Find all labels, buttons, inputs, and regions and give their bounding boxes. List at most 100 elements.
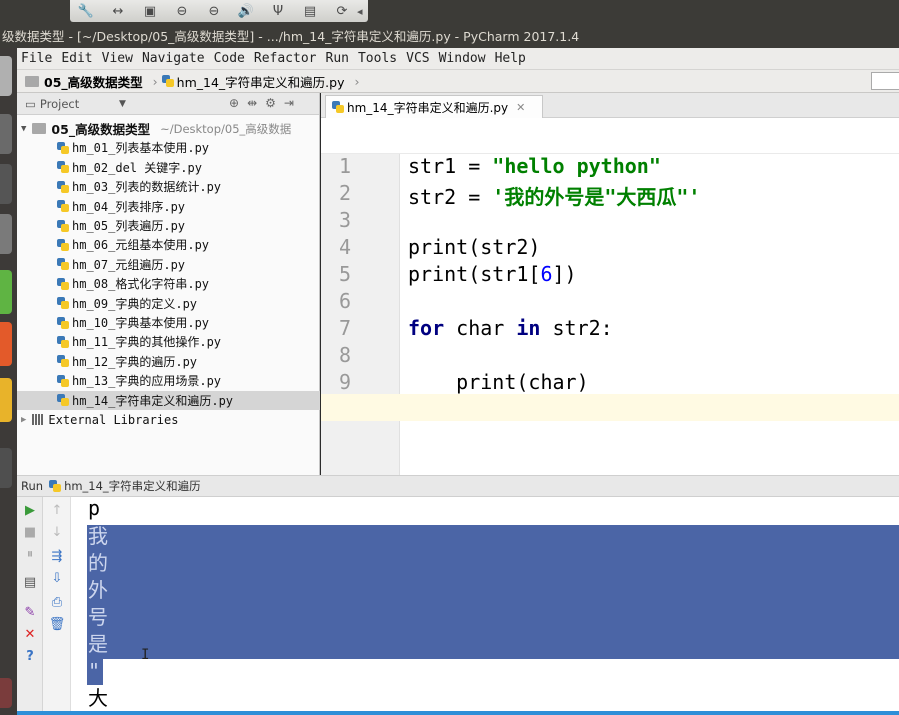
menu-edit[interactable]: Edit xyxy=(61,51,92,66)
launcher-item[interactable] xyxy=(0,378,12,422)
help-icon[interactable]: ? xyxy=(23,649,37,664)
code-area[interactable]: str1 = "hello python" str2 = '我的外号是"大西瓜"… xyxy=(401,154,899,475)
menu-navigate[interactable]: Navigate xyxy=(142,51,205,66)
resize-arrows-icon[interactable]: ↔ xyxy=(102,0,134,22)
collapse-arrow-icon[interactable]: ◂ xyxy=(357,5,363,18)
tree-file-item[interactable]: hm_05_列表遍历.py xyxy=(17,216,320,235)
tree-root-label: 05_高级数据类型 xyxy=(51,122,151,137)
line-number: 9 xyxy=(338,370,351,394)
print-icon[interactable]: ⎙ xyxy=(50,595,64,610)
code-line-1: str1 = "hello python" xyxy=(408,154,661,178)
tab-hm-14[interactable]: hm_14_字符串定义和遍历.py ✕ xyxy=(325,95,543,118)
save-icon[interactable]: ▤ xyxy=(294,0,326,22)
launcher-item[interactable] xyxy=(0,322,12,366)
gear-icon[interactable]: ⚙ xyxy=(265,96,276,110)
tree-file-item[interactable]: hm_01_列表基本使用.py xyxy=(17,138,320,157)
tree-file-item[interactable]: hm_06_元组基本使用.py xyxy=(17,235,320,254)
tree-file-label: hm_03_列表的数据统计.py xyxy=(72,180,222,195)
hide-icon[interactable]: ⇥ xyxy=(284,96,294,110)
tree-file-item[interactable]: hm_07_元组遍历.py xyxy=(17,255,320,274)
python-file-icon xyxy=(57,316,69,329)
menu-view[interactable]: View xyxy=(102,51,133,66)
launcher-item[interactable] xyxy=(0,270,12,314)
collapse-all-icon[interactable]: ⇹ xyxy=(247,96,257,110)
breadcrumb-file[interactable]: hm_14_字符串定义和遍历.py xyxy=(161,72,345,91)
close-icon[interactable]: ✕ xyxy=(23,627,37,642)
launcher-item[interactable] xyxy=(0,114,12,154)
tree-file-item[interactable]: hm_12_字典的遍历.py xyxy=(17,352,320,371)
python-file-icon xyxy=(57,335,69,348)
breadcrumb-project[interactable]: 05_高级数据类型 xyxy=(25,72,143,91)
tree-file-label: hm_05_列表遍历.py xyxy=(72,219,186,233)
run-config-name[interactable]: hm_14_字符串定义和遍历 xyxy=(64,478,201,494)
menu-code[interactable]: Code xyxy=(214,51,245,66)
locate-icon[interactable]: ⊕ xyxy=(229,96,239,110)
tree-external-libraries[interactable]: ▶ External Libraries xyxy=(17,410,320,429)
menu-tools[interactable]: Tools xyxy=(358,51,397,66)
chevron-right-icon[interactable]: ▶ xyxy=(21,415,26,425)
breadcrumb-project-label: 05_高级数据类型 xyxy=(44,74,143,90)
launcher-item[interactable] xyxy=(0,164,12,204)
arrow-down-icon[interactable]: ↓ xyxy=(50,525,64,540)
lock-alt-icon[interactable]: ⊖ xyxy=(198,0,230,22)
unity-launcher xyxy=(0,48,17,715)
menu-file[interactable]: File xyxy=(21,51,52,66)
tree-file-item[interactable]: hm_02_del 关键字.py xyxy=(17,158,320,177)
scroll-to-end-icon[interactable]: ⇩ xyxy=(50,571,64,586)
launcher-item[interactable] xyxy=(0,448,12,488)
line-number-gutter: 12345678910 xyxy=(321,154,400,475)
stop-icon[interactable]: ■ xyxy=(23,525,37,540)
arrow-up-icon[interactable]: ↑ xyxy=(50,503,64,518)
rerun-icon[interactable]: ▶ xyxy=(23,503,37,518)
breadcrumb-file-label: hm_14_字符串定义和遍历.py xyxy=(176,74,345,90)
tree-file-item[interactable]: hm_03_列表的数据统计.py xyxy=(17,177,320,196)
launcher-item[interactable] xyxy=(0,56,12,96)
menu-vcs[interactable]: VCS xyxy=(406,51,429,66)
soft-wrap-icon[interactable]: ⇶ xyxy=(50,549,64,564)
window-icon[interactable]: ▣ xyxy=(134,0,166,22)
launcher-item[interactable] xyxy=(0,678,12,708)
wrench-icon[interactable]: 🔧 xyxy=(70,0,102,22)
chevron-down-icon[interactable]: ▼ xyxy=(21,124,26,134)
python-file-icon xyxy=(57,374,69,387)
python-file-icon xyxy=(57,297,69,310)
speaker-icon[interactable]: 🔊 xyxy=(230,0,262,22)
code-line-7: for char in str2: xyxy=(408,316,613,340)
selection-highlight xyxy=(87,525,899,659)
chevron-down-icon[interactable]: ▼ xyxy=(119,99,126,109)
tree-file-item[interactable]: hm_08_格式化字符串.py xyxy=(17,274,320,293)
tree-file-item[interactable]: hm_09_字典的定义.py xyxy=(17,294,320,313)
lock-icon[interactable]: ⊖ xyxy=(166,0,198,22)
tree-file-item[interactable]: hm_14_字符串定义和遍历.py xyxy=(17,390,320,410)
layout-icon[interactable]: ▤ xyxy=(23,575,37,590)
tree-file-item[interactable]: hm_11_字典的其他操作.py xyxy=(17,332,320,351)
output-line: 号 xyxy=(88,605,108,629)
python-file-icon xyxy=(57,277,69,290)
menu-run[interactable]: Run xyxy=(326,51,349,66)
run-config-box[interactable] xyxy=(871,72,899,90)
trash-icon[interactable]: 🗑 xyxy=(49,617,66,632)
tree-file-item[interactable]: hm_10_字典基本使用.py xyxy=(17,313,320,332)
navigation-bar: 05_高级数据类型 › hm_14_字符串定义和遍历.py › xyxy=(17,69,899,93)
close-icon[interactable]: ✕ xyxy=(516,101,525,114)
tree-root[interactable]: ▼ 05_高级数据类型 ~/Desktop/05_高级数据 xyxy=(17,119,320,138)
tree-file-item[interactable]: hm_13_字典的应用场景.py xyxy=(17,371,320,390)
pause-icon[interactable]: ⏸ xyxy=(23,547,37,562)
menu-refactor[interactable]: Refactor xyxy=(254,51,317,66)
pin-icon[interactable]: ✎ xyxy=(23,605,37,620)
console-output[interactable]: p 我 的 外 号 是 " 大 I xyxy=(71,496,899,715)
launcher-item[interactable] xyxy=(0,214,12,254)
tree-file-label: hm_13_字典的应用场景.py xyxy=(72,374,222,389)
refresh-icon[interactable]: ⟳ xyxy=(326,0,358,22)
output-line: 外 xyxy=(88,578,108,602)
usb-icon[interactable]: Ψ xyxy=(262,0,294,22)
python-file-icon xyxy=(57,238,69,251)
editor-panel: hm_14_字符串定义和遍历.py ✕ 12345678910 str1 = "… xyxy=(321,93,899,475)
line-number: 2 xyxy=(338,181,351,205)
tree-file-label: hm_01_列表基本使用.py xyxy=(72,141,210,156)
output-line: 的 xyxy=(88,551,108,575)
project-panel-title[interactable]: Project xyxy=(40,97,79,111)
menu-window[interactable]: Window xyxy=(439,51,486,66)
menu-help[interactable]: Help xyxy=(495,51,526,66)
tree-file-item[interactable]: hm_04_列表排序.py xyxy=(17,197,320,216)
